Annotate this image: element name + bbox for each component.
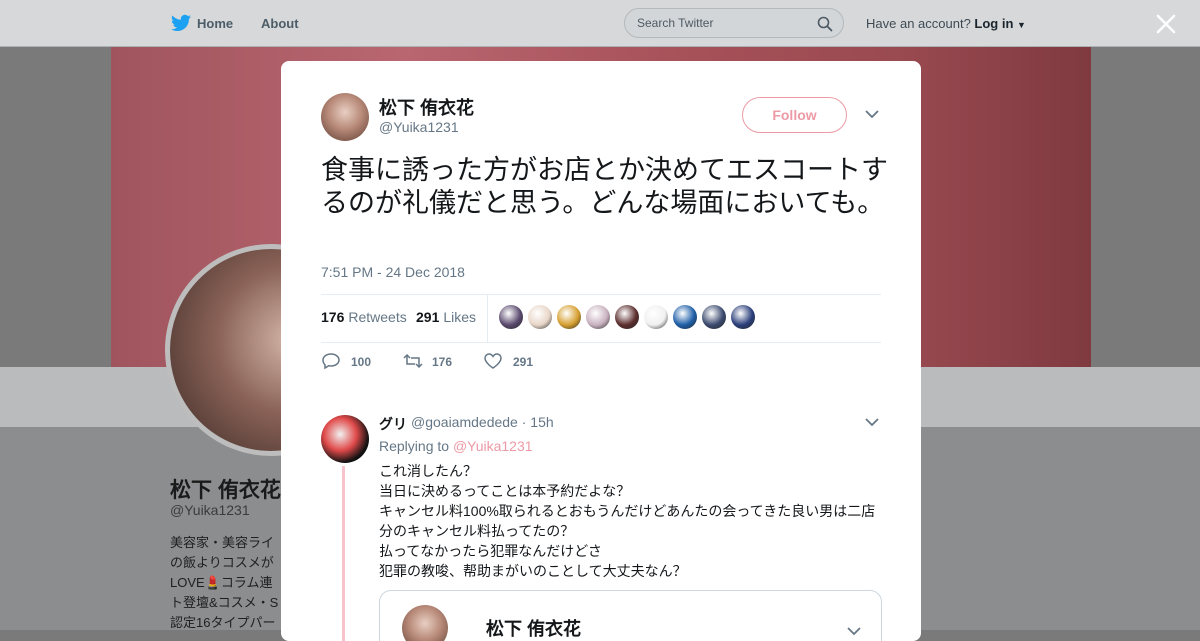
likes-stat[interactable]: 291 Likes	[416, 309, 476, 325]
retweets-stat[interactable]: 176 Retweets	[321, 309, 407, 325]
liker-avatar[interactable]	[702, 305, 726, 329]
nav-about-link[interactable]: About	[261, 16, 299, 31]
bio-line: ト登壇&コスメ・S	[170, 595, 279, 610]
reply-line: 払ってなかったら犯罪なんだけどさ	[379, 543, 602, 559]
tweet-timestamp[interactable]: 7:51 PM - 24 Dec 2018	[321, 264, 465, 280]
reply-line: 当日に決めるってことは本予約だよな？	[379, 483, 631, 499]
liker-avatar[interactable]	[673, 305, 697, 329]
author-handle[interactable]: @Yuika1231	[379, 119, 459, 135]
liker-avatar[interactable]	[528, 305, 552, 329]
reply-avatar[interactable]	[321, 415, 369, 463]
liker-avatar[interactable]	[499, 305, 523, 329]
top-navigation-bar: Home About Have an account? Log in ▼	[0, 0, 1200, 47]
reply-text: これ消したん？ 当日に決めるってことは本予約だよな？ キャンセル料100%取られ…	[379, 461, 889, 581]
search-icon[interactable]	[817, 16, 833, 32]
profile-bio: 美容家・美容ライ の飯よりコスメが LOVE💄コラム連 ト登壇&コスメ・S 認定…	[170, 533, 290, 633]
nav-home-link[interactable]: Home	[197, 16, 233, 31]
liker-avatar[interactable]	[731, 305, 755, 329]
account-prompt: Have an account? Log in ▼	[866, 16, 1026, 31]
author-avatar[interactable]	[321, 93, 369, 141]
twitter-bird-icon[interactable]	[171, 14, 191, 32]
caret-down-icon[interactable]: ▼	[1017, 20, 1026, 30]
bio-line: 認定16タイプパー	[170, 615, 276, 630]
login-link[interactable]: Log in	[974, 16, 1013, 31]
account-prompt-text: Have an account?	[866, 16, 971, 31]
author-name[interactable]: 松下 侑衣花	[379, 94, 474, 120]
reply-count: 100	[351, 355, 372, 369]
retweet-count: 176	[432, 355, 453, 369]
thread-line	[342, 466, 345, 641]
search-box[interactable]	[624, 8, 844, 38]
quote-avatar	[402, 605, 448, 641]
tweet-modal: 松下 侑衣花 @Yuika1231 Follow 食事に誘った方がお店とか決めて…	[281, 61, 921, 641]
likes-label: Likes	[443, 309, 477, 325]
bio-line: 美容家・美容ライ	[170, 535, 275, 550]
like-count: 291	[513, 355, 534, 369]
retweets-label: Retweets	[348, 309, 407, 325]
reply-author-meta[interactable]: @goaiamdedede · 15h	[411, 414, 554, 430]
bio-line: の飯よりコスメが	[170, 555, 274, 570]
follow-button[interactable]: Follow	[742, 97, 847, 133]
search-input[interactable]	[637, 16, 807, 30]
liker-avatar[interactable]	[586, 305, 610, 329]
chevron-down-icon[interactable]	[864, 108, 880, 120]
replying-prefix: Replying to	[379, 438, 450, 454]
heart-icon[interactable]	[483, 352, 503, 370]
replying-to: Replying to @Yuika1231	[379, 438, 533, 454]
liker-avatar[interactable]	[557, 305, 581, 329]
profile-handle: @Yuika1231	[170, 502, 250, 518]
quoted-tweet-card[interactable]: 松下 侑衣花	[379, 590, 882, 641]
tweet-stats: 176 Retweets 291 Likes	[321, 294, 881, 343]
quote-author-name: 松下 侑衣花	[486, 619, 582, 639]
reply-line: これ消したん？	[379, 463, 477, 479]
reply-line: キャンセル料100%取られるとおもうんだけどあんたの会ってきた良い男は二店分のキ…	[379, 503, 876, 539]
replying-to-link[interactable]: @Yuika1231	[453, 438, 533, 454]
reply-line: 犯罪の教唆、帮助まがいのことして大丈夫なん？	[379, 563, 687, 579]
close-icon[interactable]	[1152, 10, 1180, 38]
reply-icon[interactable]	[321, 352, 341, 370]
retweets-count: 176	[321, 309, 345, 325]
profile-name: 松下 侑衣花	[170, 479, 281, 502]
chevron-down-icon[interactable]	[846, 625, 862, 637]
reply-author-name[interactable]: グリ	[379, 414, 407, 434]
retweet-icon[interactable]	[402, 352, 424, 370]
liker-avatar[interactable]	[615, 305, 639, 329]
liker-avatar[interactable]	[644, 305, 668, 329]
chevron-down-icon[interactable]	[864, 416, 880, 428]
tweet-text: 食事に誘った方がお店とか決めてエスコートするのが礼儀だと思う。どんな場面において…	[321, 155, 888, 218]
stats-divider	[487, 295, 488, 342]
bio-line: LOVE💄コラム連	[170, 575, 273, 590]
likes-count: 291	[416, 309, 440, 325]
